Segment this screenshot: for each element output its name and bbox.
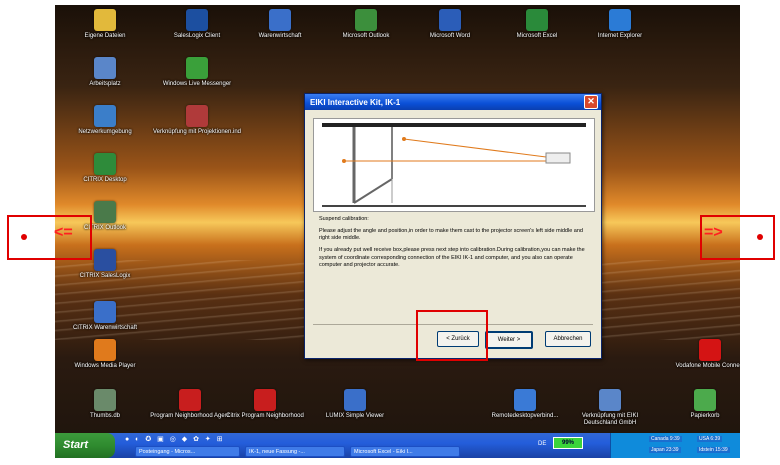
- desktop-app-icon[interactable]: [94, 249, 116, 271]
- desktop-app-icon[interactable]: [439, 9, 461, 31]
- desktop-icon-label: Warenwirtschaft: [258, 33, 302, 39]
- desktop-icon-label: Netzwerkumgebung: [78, 129, 132, 135]
- desktop-icon[interactable]: CITRIX Desktop: [60, 153, 150, 184]
- desktop-icon[interactable]: Vodafone Mobile Connect: [665, 339, 740, 370]
- desktop-icon[interactable]: Internet Explorer: [575, 9, 665, 40]
- clock-canada[interactable]: Canada 9:39: [649, 436, 682, 442]
- desktop-icon-label: Papierkorb: [690, 413, 720, 419]
- desktop-app-icon[interactable]: [699, 339, 721, 361]
- calibration-illustration: [313, 118, 595, 212]
- system-tray: Canada 9:39 USA 6:39 Japan 23:39 Idstein…: [610, 433, 740, 458]
- desktop-app-icon[interactable]: [694, 389, 716, 411]
- desktop-icon-label: Verknüpfung mit EIKI Deutschland GmbH: [581, 413, 639, 426]
- desktop-icon-label: Citrix Program Neighborhood: [226, 413, 304, 419]
- desktop-icon[interactable]: Warenwirtschaft: [235, 9, 325, 40]
- desktop-icon[interactable]: Windows Media Player: [60, 339, 150, 370]
- dialog-title: EIKI Interactive Kit, IK-1: [310, 97, 401, 107]
- task-ik1[interactable]: IK-1, neue Fassung -...: [245, 446, 345, 457]
- desktop-app-icon[interactable]: [94, 9, 116, 31]
- desktop-icon-label: Windows Media Player: [74, 363, 136, 369]
- desktop-icon-label: Microsoft Word: [429, 33, 471, 39]
- desktop-app-icon[interactable]: [186, 9, 208, 31]
- desktop-app-icon[interactable]: [94, 339, 116, 361]
- desktop-app-icon[interactable]: [94, 201, 116, 223]
- desktop-icon[interactable]: Eigene Dateien: [60, 9, 150, 40]
- desktop-app-icon[interactable]: [269, 9, 291, 31]
- desktop-icon-label: CITRIX Desktop: [83, 177, 127, 183]
- desktop-icon[interactable]: Papierkorb: [660, 389, 740, 420]
- desktop-icon-label: SalesLogix Client: [173, 33, 221, 39]
- desktop-app-icon[interactable]: [254, 389, 276, 411]
- instruction-heading: Suspend calibration:: [319, 216, 369, 222]
- desktop-icon[interactable]: Remotedesktopverbind...: [480, 389, 570, 420]
- calibration-diagram-icon: [322, 123, 586, 207]
- quick-launch-icons[interactable]: ● ◐ ✪ ▣ ◎ ◆ ✿ ✦ ⊞: [125, 435, 225, 443]
- desktop-app-icon[interactable]: [94, 153, 116, 175]
- desktop-app-icon[interactable]: [94, 57, 116, 79]
- desktop-icon-label: Remotedesktopverbind...: [491, 413, 559, 419]
- desktop-app-icon[interactable]: [94, 389, 116, 411]
- desktop-app-icon[interactable]: [526, 9, 548, 31]
- instruction-paragraph-1: Please adjust the angle and position,in …: [319, 228, 583, 241]
- desktop-icon[interactable]: CITRIX Warenwirtschaft: [60, 301, 150, 332]
- task-excel[interactable]: Microsoft Excel - Eiki I...: [350, 446, 460, 457]
- close-icon[interactable]: ✕: [584, 95, 598, 109]
- desktop-icon-label: Internet Explorer: [597, 33, 643, 39]
- desktop-icon[interactable]: Microsoft Word: [405, 9, 495, 40]
- instructions-text: Suspend calibration: Please adjust the a…: [319, 216, 589, 274]
- desktop-icon-label: LUMIX Simple Viewer: [325, 413, 385, 419]
- right-annotation-dot: [757, 234, 763, 240]
- task-outlook[interactable]: Posteingang - Micros...: [135, 446, 240, 457]
- language-indicator[interactable]: DE: [538, 441, 546, 447]
- desktop-app-icon[interactable]: [599, 389, 621, 411]
- desktop-icon-label: Arbeitsplatz: [89, 81, 121, 87]
- taskbar: Start ● ◐ ✪ ▣ ◎ ◆ ✿ ✦ ⊞ Posteingang - Mi…: [55, 433, 740, 458]
- desktop-icon-label: Microsoft Outlook: [342, 33, 390, 39]
- desktop-icon[interactable]: Citrix Program Neighborhood: [220, 389, 310, 420]
- instruction-paragraph-2: If you already put well receive box,plea…: [319, 247, 585, 253]
- next-button-highlight-box: [416, 310, 488, 361]
- clock-japan[interactable]: Japan 23:39: [649, 447, 681, 453]
- next-button[interactable]: Weiter >: [485, 331, 533, 349]
- desktop-app-icon[interactable]: [94, 105, 116, 127]
- dialog-titlebar[interactable]: EIKI Interactive Kit, IK-1 ✕: [305, 94, 601, 110]
- instruction-paragraph-3: system of coordinate corresponding conne…: [319, 255, 573, 268]
- clock-idstein[interactable]: Idstein 15:39: [697, 447, 730, 453]
- left-arrow-label: <=: [54, 224, 73, 241]
- cancel-button[interactable]: Abbrechen: [545, 331, 591, 347]
- desktop-app-icon[interactable]: [186, 105, 208, 127]
- desktop-icon[interactable]: SalesLogix Client: [152, 9, 242, 40]
- desktop-app-icon[interactable]: [355, 9, 377, 31]
- desktop-icon[interactable]: Verknüpfung mit Projektionen.ind: [152, 105, 242, 136]
- desktop-icon-label: Eigene Dateien: [84, 33, 126, 39]
- left-annotation-box: [7, 215, 92, 260]
- desktop-icon-label: CITRIX Warenwirtschaft: [72, 325, 138, 331]
- desktop-icon-label: Windows Live Messenger: [162, 81, 232, 87]
- desktop-app-icon[interactable]: [344, 389, 366, 411]
- desktop-icon-label: Thumbs.db: [89, 413, 120, 419]
- desktop-icon[interactable]: Verknüpfung mit EIKI Deutschland GmbH: [565, 389, 655, 427]
- clock-usa[interactable]: USA 6:39: [697, 436, 723, 442]
- desktop-app-icon[interactable]: [94, 301, 116, 323]
- battery-indicator[interactable]: 99%: [553, 437, 583, 449]
- desktop-icon[interactable]: Windows Live Messenger: [152, 57, 242, 88]
- desktop-app-icon[interactable]: [514, 389, 536, 411]
- left-annotation-dot: [21, 234, 27, 240]
- desktop-icon-label: CITRIX SalesLogix: [79, 273, 131, 279]
- desktop-icon-label: Verknüpfung mit Projektionen.ind: [152, 129, 242, 135]
- desktop-icon-label: Microsoft Excel: [516, 33, 558, 39]
- desktop-icon[interactable]: Microsoft Outlook: [321, 9, 411, 40]
- desktop-icon[interactable]: Arbeitsplatz: [60, 57, 150, 88]
- start-button[interactable]: Start: [55, 433, 115, 458]
- desktop-icon[interactable]: Microsoft Excel: [492, 9, 582, 40]
- desktop-icon-label: Vodafone Mobile Connect: [675, 363, 740, 369]
- desktop-app-icon[interactable]: [186, 57, 208, 79]
- desktop-icon[interactable]: Thumbs.db: [60, 389, 150, 420]
- desktop-app-icon[interactable]: [609, 9, 631, 31]
- right-arrow-label: =>: [704, 224, 723, 241]
- desktop-screen: Eigene Dateien SalesLogix Client Warenwirt…: [55, 5, 740, 458]
- desktop-icon[interactable]: Netzwerkumgebung: [60, 105, 150, 136]
- desktop-app-icon[interactable]: [179, 389, 201, 411]
- desktop-icon[interactable]: LUMIX Simple Viewer: [310, 389, 400, 420]
